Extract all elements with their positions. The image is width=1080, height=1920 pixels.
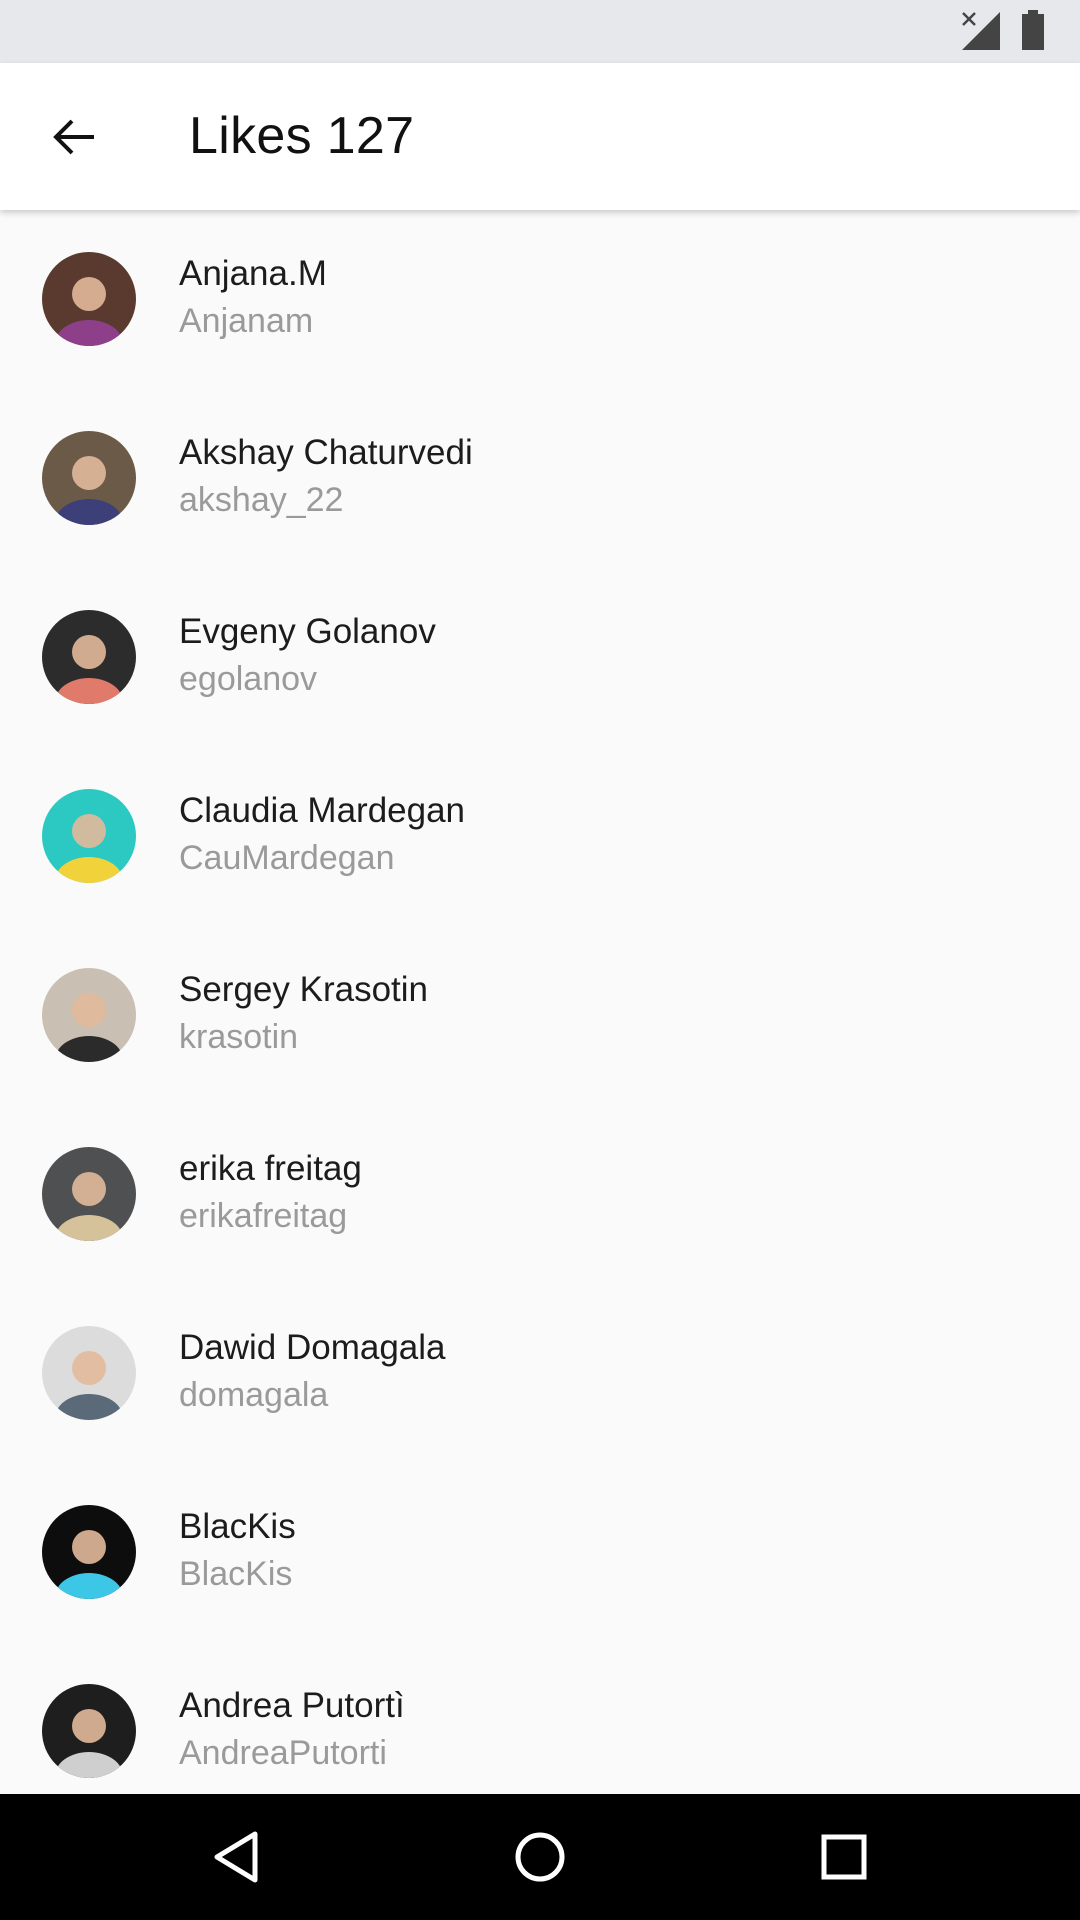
- user-display-name: Andrea Putortì: [179, 1686, 405, 1725]
- avatar-image: [42, 1326, 136, 1420]
- user-display-name: Anjana.M: [179, 254, 327, 293]
- list-item[interactable]: Dawid Domagala domagala: [0, 1284, 1080, 1463]
- user-handle: domagala: [179, 1376, 329, 1414]
- nav-home-button[interactable]: [500, 1817, 580, 1897]
- avatar-image: [42, 1505, 136, 1599]
- list-item[interactable]: erika freitag erikafreitag: [0, 1105, 1080, 1284]
- list-item[interactable]: Anjana.M Anjanam: [0, 210, 1080, 389]
- list-item[interactable]: Andrea Putortì AndreaPutorti: [0, 1642, 1080, 1794]
- nav-home-icon: [515, 1832, 565, 1882]
- status-bar: [0, 0, 1080, 63]
- page-title: Likes 127: [189, 107, 415, 165]
- user-handle: AndreaPutorti: [179, 1734, 387, 1772]
- navigation-bar: [0, 1794, 1080, 1920]
- avatar[interactable]: [42, 610, 136, 704]
- nav-back-icon: [214, 1831, 258, 1883]
- user-display-name: erika freitag: [179, 1149, 362, 1188]
- battery-icon: [1022, 10, 1044, 50]
- avatar[interactable]: [42, 1326, 136, 1420]
- avatar[interactable]: [42, 968, 136, 1062]
- avatar[interactable]: [42, 252, 136, 346]
- list-item[interactable]: Evgeny Golanov egolanov: [0, 568, 1080, 747]
- user-display-name: Evgeny Golanov: [179, 612, 436, 651]
- app-bar: Likes 127: [0, 63, 1080, 210]
- list-item[interactable]: Sergey Krasotin krasotin: [0, 926, 1080, 1105]
- avatar-image: [42, 1684, 136, 1778]
- user-display-name: BlacKis: [179, 1507, 296, 1546]
- avatar-image: [42, 789, 136, 883]
- list-item[interactable]: Akshay Chaturvedi akshay_22: [0, 389, 1080, 568]
- signal-no-service-icon: [962, 12, 1000, 50]
- arrow-back-icon: [53, 119, 94, 155]
- avatar[interactable]: [42, 1147, 136, 1241]
- user-handle: CauMardegan: [179, 839, 395, 877]
- likes-list[interactable]: Anjana.M Anjanam Akshay Chaturvedi akshay_2…: [0, 210, 1080, 1794]
- avatar[interactable]: [42, 1684, 136, 1778]
- avatar[interactable]: [42, 1505, 136, 1599]
- user-display-name: Akshay Chaturvedi: [179, 433, 473, 472]
- nav-recents-button[interactable]: [804, 1817, 884, 1897]
- list-item[interactable]: BlacKis BlacKis: [0, 1463, 1080, 1642]
- user-handle: akshay_22: [179, 481, 344, 519]
- back-button[interactable]: [30, 93, 118, 181]
- user-display-name: Dawid Domagala: [179, 1328, 446, 1367]
- user-handle: Anjanam: [179, 302, 314, 340]
- user-display-name: Sergey Krasotin: [179, 970, 429, 1009]
- avatar-image: [42, 431, 136, 525]
- user-display-name: Claudia Mardegan: [179, 791, 466, 830]
- list-item[interactable]: Claudia Mardegan CauMardegan: [0, 747, 1080, 926]
- avatar[interactable]: [42, 431, 136, 525]
- avatar-image: [42, 610, 136, 704]
- user-handle: BlacKis: [179, 1555, 293, 1593]
- user-handle: erikafreitag: [179, 1197, 348, 1235]
- avatar-image: [42, 252, 136, 346]
- avatar-image: [42, 968, 136, 1062]
- user-handle: egolanov: [179, 660, 318, 698]
- avatar-image: [42, 1147, 136, 1241]
- nav-back-button[interactable]: [196, 1817, 276, 1897]
- nav-recents-icon: [821, 1834, 867, 1880]
- avatar[interactable]: [42, 789, 136, 883]
- user-handle: krasotin: [179, 1018, 299, 1056]
